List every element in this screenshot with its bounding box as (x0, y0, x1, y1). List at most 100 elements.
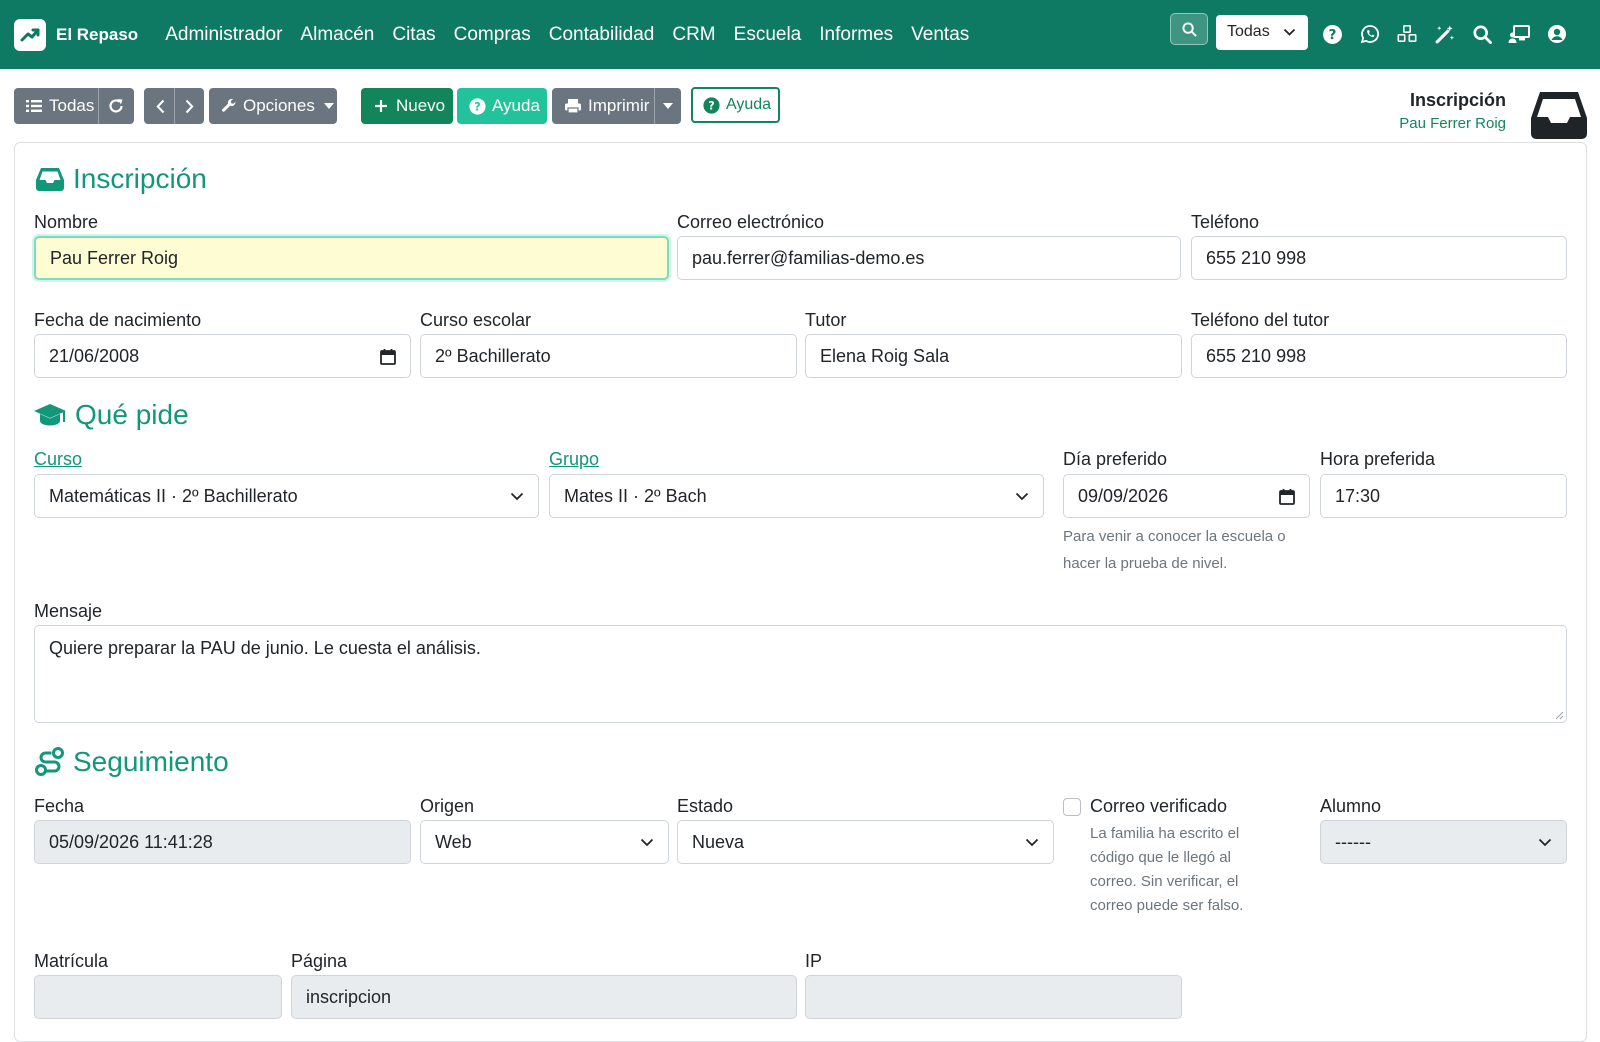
origen-label: Origen (420, 796, 475, 816)
plus-icon (374, 99, 388, 113)
chevron-left-icon[interactable] (152, 88, 168, 124)
calendar-icon[interactable] (380, 335, 396, 377)
telefono-input[interactable]: 655 210 998 (1191, 236, 1567, 280)
fecha-nacimiento-label: Fecha de nacimiento (34, 310, 202, 330)
dia-preferido-help-line: Para venir a conocer la escuela o (1063, 528, 1286, 545)
help-circle-icon[interactable]: ? (1320, 22, 1344, 46)
nav-item-administrador[interactable]: Administrador (165, 24, 282, 46)
hora-preferida-input[interactable]: 17:30 (1320, 474, 1567, 518)
cubes-icon[interactable] (1395, 22, 1419, 46)
grupo-link-label[interactable]: Grupo (549, 449, 599, 470)
mensaje-textarea[interactable]: Quiere preparar la PAU de junio. Le cues… (34, 625, 1567, 723)
nombre-label: Nombre (34, 212, 99, 232)
help-circle-icon: ? (469, 97, 486, 115)
nav-item-compras[interactable]: Compras (454, 24, 531, 46)
correo-verificado-help-line: La familia ha escrito el (1090, 825, 1240, 842)
chalkboard-user-icon[interactable] (1508, 22, 1532, 46)
origen-select-value: Web (435, 831, 472, 852)
fecha-nacimiento-value: 21/06/2008 (49, 345, 140, 366)
dia-preferido-help: Para venir a conocer la escuela o hacer … (1063, 523, 1286, 577)
company-select[interactable]: Todas (1216, 14, 1308, 50)
origen-select[interactable]: Web (420, 820, 669, 864)
nav-item-crm[interactable]: CRM (672, 24, 715, 46)
fecha-label: Fecha (34, 796, 85, 816)
print-button-group[interactable]: Imprimir (552, 88, 681, 124)
tutor-input[interactable]: Elena Roig Sala (805, 334, 1182, 378)
alumno-select[interactable]: ------ (1320, 820, 1567, 864)
refresh-icon[interactable] (108, 98, 124, 114)
new-label: Nuevo (396, 96, 446, 115)
curso-select-value: Matemáticas II · 2º Bachillerato (49, 485, 298, 506)
record-name-subtitle: Pau Ferrer Roig (1399, 115, 1506, 132)
hora-preferida-label: Hora preferida (1320, 449, 1436, 469)
fecha-nacimiento-input[interactable]: 21/06/2008 (34, 334, 411, 378)
nav-item-informes[interactable]: Informes (819, 24, 893, 46)
dia-preferido-help-line: hacer la prueba de nivel. (1063, 555, 1228, 572)
nav-item-contabilidad[interactable]: Contabilidad (549, 24, 655, 46)
pagina-label: Página (291, 951, 348, 971)
correo-verificado-label: Correo verificado (1090, 796, 1228, 816)
record-toolbar: Todas Opciones Nuevo ? Ayuda Imprimir ? … (0, 87, 1600, 128)
button-divider (98, 88, 99, 124)
options-dropdown-button[interactable]: Opciones (209, 88, 337, 124)
curso-escolar-input[interactable]: 2º Bachillerato (420, 334, 797, 378)
brand-name: El Repaso (56, 24, 139, 44)
alumno-label: Alumno (1320, 796, 1382, 816)
estado-select[interactable]: Nueva (677, 820, 1054, 864)
help-button[interactable]: ? Ayuda (457, 88, 547, 124)
telefono-tutor-input[interactable]: 655 210 998 (1191, 334, 1567, 378)
fecha-value: 05/09/2026 11:41:28 (49, 831, 213, 852)
route-icon (35, 747, 65, 777)
calendar-icon[interactable] (1279, 475, 1295, 517)
nombre-input[interactable]: Pau Ferrer Roig (34, 236, 669, 280)
telefono-value: 655 210 998 (1206, 247, 1307, 268)
user-circle-icon[interactable] (1545, 22, 1569, 46)
nav-item-citas[interactable]: Citas (392, 24, 435, 46)
list-all-button[interactable]: Todas (14, 88, 134, 124)
ip-readonly-field (805, 975, 1182, 1019)
estado-label: Estado (677, 796, 734, 816)
chevron-right-icon[interactable] (181, 88, 197, 124)
nav-item-almacen[interactable]: Almacén (300, 24, 374, 46)
help-circle-icon: ? (703, 96, 720, 114)
nav-item-ventas[interactable]: Ventas (911, 24, 969, 46)
list-icon (26, 99, 42, 113)
curso-link-label[interactable]: Curso (34, 449, 82, 470)
correo-verificado-help: La familia ha escrito el código que le l… (1090, 822, 1243, 918)
nav-icons: ? (1320, 22, 1583, 46)
correo-verificado-help-line: código que le llegó al (1090, 849, 1231, 866)
telefono-tutor-label: Teléfono del tutor (1191, 310, 1330, 330)
help-outline-button[interactable]: ? Ayuda (691, 87, 780, 123)
brand[interactable]: El Repaso (14, 18, 139, 51)
chevron-down-icon (1283, 28, 1296, 36)
curso-select[interactable]: Matemáticas II · 2º Bachillerato (34, 474, 539, 518)
correo-input[interactable]: pau.ferrer@familias-demo.es (677, 236, 1181, 280)
grupo-select[interactable]: Mates II · 2º Bach (549, 474, 1044, 518)
pagina-readonly-field: inscripcion (291, 975, 797, 1019)
whatsapp-icon[interactable] (1358, 22, 1382, 46)
mensaje-label: Mensaje (34, 601, 103, 621)
print-caret-down-icon[interactable] (663, 103, 673, 109)
search-icon[interactable] (1470, 22, 1494, 46)
fecha-readonly-field: 05/09/2026 11:41:28 (34, 820, 411, 864)
top-navbar: El Repaso Administrador Almacén Citas Co… (0, 0, 1600, 69)
dia-preferido-input[interactable]: 09/09/2026 (1063, 474, 1310, 518)
company-search-button[interactable] (1170, 13, 1208, 45)
matricula-readonly-field (34, 975, 282, 1019)
correo-verificado-checkbox[interactable] (1063, 798, 1081, 816)
curso-escolar-value: 2º Bachillerato (435, 345, 551, 366)
nav-item-escuela[interactable]: Escuela (734, 24, 802, 46)
section-seguimiento: Seguimiento (35, 746, 229, 778)
tutor-label: Tutor (805, 310, 847, 330)
tutor-value: Elena Roig Sala (820, 345, 950, 366)
button-divider (654, 88, 655, 124)
resize-handle-icon[interactable] (1555, 711, 1564, 720)
search-icon (1181, 21, 1197, 37)
svg-text:?: ? (708, 99, 714, 112)
brand-logo-icon (14, 18, 46, 51)
new-button[interactable]: Nuevo (361, 88, 453, 124)
dia-preferido-label: Día preferido (1063, 449, 1168, 469)
section-inscripcion-title: Inscripción (73, 163, 207, 194)
magic-wand-icon[interactable] (1433, 22, 1457, 46)
wrench-icon (221, 98, 237, 114)
